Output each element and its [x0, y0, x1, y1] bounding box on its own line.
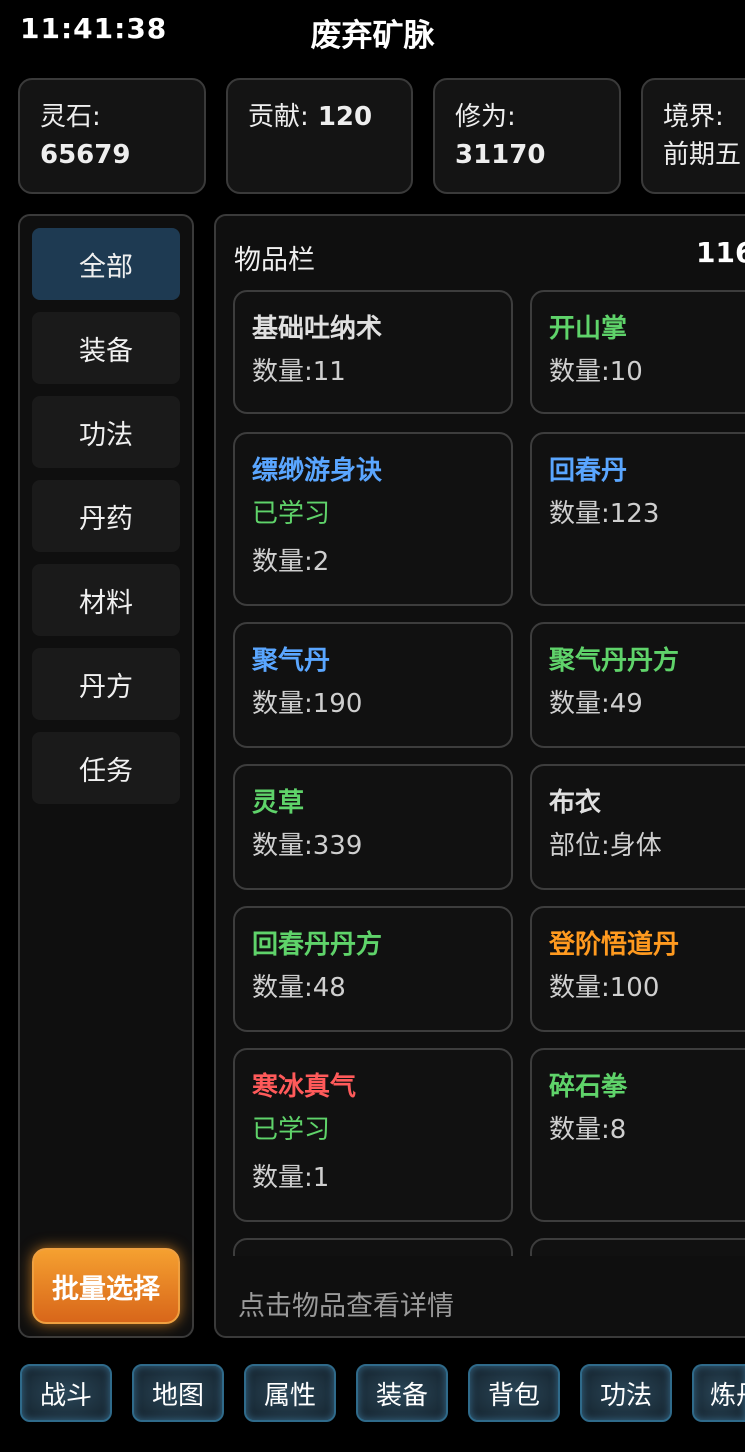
category-pills[interactable]: 丹药 — [32, 480, 180, 552]
item-card[interactable] — [530, 1238, 745, 1256]
item-quantity: 数量:11 — [252, 357, 346, 387]
item-name: 登阶悟道丹 — [549, 930, 680, 960]
item-name: 回春丹丹方 — [252, 930, 383, 960]
learned-status: 已学习 — [252, 499, 331, 529]
item-card[interactable]: 开山掌 数量:10 — [530, 290, 745, 414]
stat-label: 贡献: — [248, 102, 309, 132]
nav-techniques[interactable]: 功法 — [580, 1364, 672, 1422]
item-card[interactable]: 登阶悟道丹 数量:100 — [530, 906, 745, 1032]
item-card[interactable]: 聚气丹 数量:190 — [233, 622, 513, 748]
item-quantity: 数量:10 — [549, 357, 643, 387]
item-card[interactable]: 基础吐纳术 数量:11 — [233, 290, 513, 414]
item-name: 开山掌 — [549, 314, 628, 344]
item-name: 灵草 — [252, 788, 305, 818]
nav-attributes[interactable]: 属性 — [244, 1364, 336, 1422]
item-name: 聚气丹 — [252, 646, 331, 676]
stat-realm: 境界: 前期五 — [641, 78, 745, 194]
category-all[interactable]: 全部 — [32, 228, 180, 300]
stat-contribution: 贡献: 120 — [226, 78, 413, 194]
item-quantity: 数量:2 — [252, 547, 330, 577]
inventory-panel: 物品栏 116 基础吐纳术 数量:11 开山掌 数量:10 缥缈游身诀 已学习 … — [214, 214, 745, 1338]
stat-cultivation: 修为: 31170 — [433, 78, 621, 194]
page-title: 废弃矿脉 — [310, 18, 435, 54]
item-name: 碎石拳 — [549, 1072, 628, 1102]
item-card[interactable]: 灵草 数量:339 — [233, 764, 513, 890]
category-equipment[interactable]: 装备 — [32, 312, 180, 384]
item-name: 聚气丹丹方 — [549, 646, 680, 676]
item-quantity: 数量:100 — [549, 973, 660, 1003]
item-card[interactable]: 回春丹丹方 数量:48 — [233, 906, 513, 1032]
stat-value: 前期五 — [663, 140, 742, 170]
item-quantity: 数量:1 — [252, 1163, 330, 1193]
stat-value: 31170 — [455, 140, 546, 170]
item-grid[interactable]: 基础吐纳术 数量:11 开山掌 数量:10 缥缈游身诀 已学习 数量:2 回春丹… — [216, 216, 745, 1256]
item-card[interactable]: 聚气丹丹方 数量:49 — [530, 622, 745, 748]
item-name: 基础吐纳术 — [252, 314, 383, 344]
stat-value: 120 — [317, 102, 373, 132]
item-card[interactable]: 回春丹 数量:123 — [530, 432, 745, 606]
nav-backpack[interactable]: 背包 — [468, 1364, 560, 1422]
nav-equipment[interactable]: 装备 — [356, 1364, 448, 1422]
item-quantity: 数量:339 — [252, 831, 363, 861]
item-quantity: 数量:8 — [549, 1115, 627, 1145]
nav-alchemy[interactable]: 炼丹 — [692, 1364, 745, 1422]
category-materials[interactable]: 材料 — [32, 564, 180, 636]
item-quantity: 数量:48 — [252, 973, 346, 1003]
item-quantity: 数量:190 — [252, 689, 363, 719]
item-name: 缥缈游身诀 — [252, 456, 383, 486]
item-quantity: 数量:49 — [549, 689, 643, 719]
item-card[interactable]: 寒冰真气 已学习 数量:1 — [233, 1048, 513, 1222]
stat-spirit-stone: 灵石: 65679 — [18, 78, 206, 194]
item-card[interactable]: 缥缈游身诀 已学习 数量:2 — [233, 432, 513, 606]
stat-label: 灵石: — [40, 102, 101, 132]
category-techniques[interactable]: 功法 — [32, 396, 180, 468]
item-name: 布衣 — [549, 788, 602, 818]
stat-value: 65679 — [40, 140, 131, 170]
item-card[interactable] — [233, 1238, 513, 1256]
item-slot: 部位:身体 — [549, 831, 662, 861]
learned-status: 已学习 — [252, 1115, 331, 1145]
category-quests[interactable]: 任务 — [32, 732, 180, 804]
title-bar: 废弃矿脉 — [0, 0, 745, 60]
nav-battle[interactable]: 战斗 — [20, 1364, 112, 1422]
detail-hint: 点击物品查看详情 — [238, 1291, 454, 1322]
item-quantity: 数量:123 — [549, 499, 660, 529]
category-recipes[interactable]: 丹方 — [32, 648, 180, 720]
stat-label: 境界: — [663, 102, 724, 132]
item-card[interactable]: 碎石拳 数量:8 — [530, 1048, 745, 1222]
item-name: 回春丹 — [549, 456, 628, 486]
batch-select-button[interactable]: 批量选择 — [32, 1248, 180, 1324]
stat-label: 修为: — [455, 102, 516, 132]
category-sidebar: 全部 装备 功法 丹药 材料 丹方 任务 批量选择 — [18, 214, 194, 1338]
nav-map[interactable]: 地图 — [132, 1364, 224, 1422]
item-card[interactable]: 布衣 部位:身体 — [530, 764, 745, 890]
item-name: 寒冰真气 — [252, 1072, 357, 1102]
inventory-screen: 11:41:38 废弃矿脉 灵石: 65679 贡献: 120 修为: 3117… — [0, 0, 745, 1452]
